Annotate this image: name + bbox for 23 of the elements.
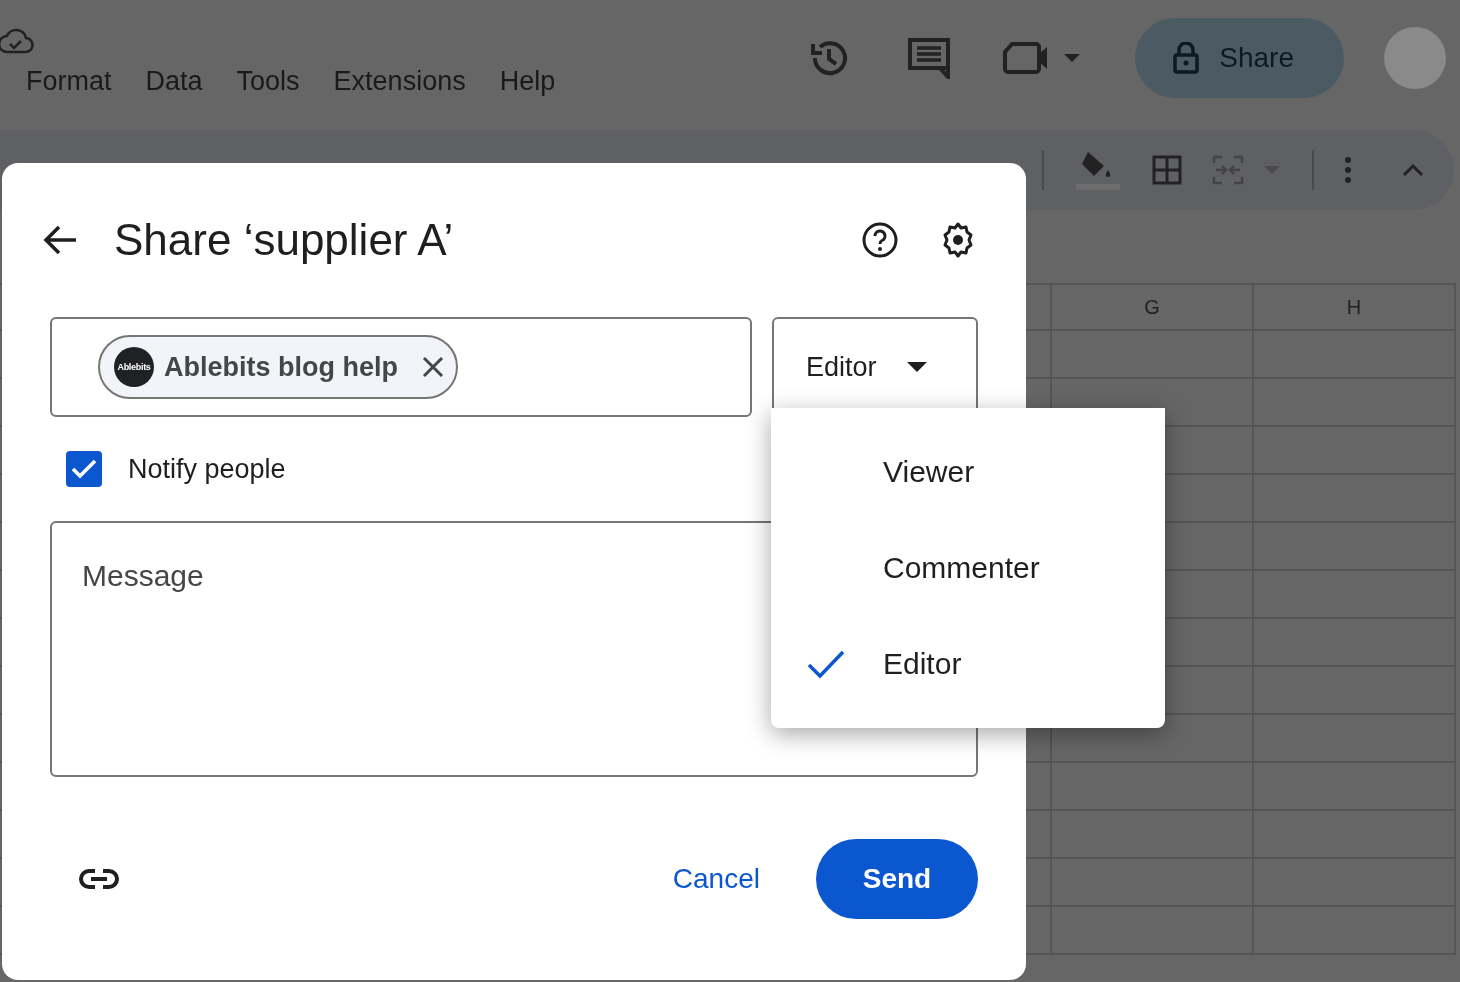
cloud-check-icon: [0, 28, 34, 56]
lock-icon: [1173, 42, 1200, 74]
people-field[interactable]: Ablebits Ablebits blog help: [50, 317, 752, 417]
close-icon[interactable]: [422, 356, 444, 378]
recipient-chip[interactable]: Ablebits Ablebits blog help: [98, 335, 458, 399]
notify-checkbox[interactable]: [66, 451, 102, 487]
help-icon[interactable]: [862, 222, 898, 258]
caret-icon: [906, 362, 927, 372]
send-button[interactable]: Send: [816, 838, 978, 919]
recipient-name: Ablebits blog help: [164, 351, 398, 383]
borders-icon[interactable]: [1152, 155, 1182, 185]
back-arrow-icon[interactable]: [42, 224, 78, 256]
chip-avatar: Ablebits: [114, 347, 154, 387]
check-icon: [71, 459, 97, 479]
notify-label: Notify people: [128, 453, 286, 485]
dialog-title: Share ‘supplier A’: [114, 215, 454, 265]
more-vertical-icon[interactable]: [1344, 157, 1352, 183]
role-option[interactable]: Viewer: [771, 424, 1165, 520]
link-icon[interactable]: [78, 867, 120, 890]
merge-cells-icon[interactable]: [1212, 155, 1282, 185]
comment-icon[interactable]: [908, 37, 951, 79]
cancel-button[interactable]: Cancel: [658, 842, 774, 915]
chevron-up-icon[interactable]: [1402, 163, 1424, 177]
